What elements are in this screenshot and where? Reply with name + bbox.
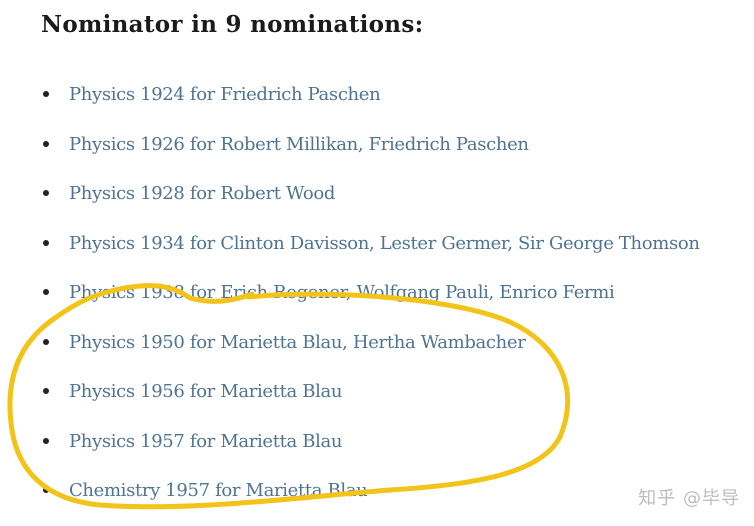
nomination-link[interactable]: Chemistry 1957 for Marietta Blau — [69, 480, 368, 501]
list-item: Physics 1956 for Marietta Blau — [43, 376, 343, 406]
list-item: Chemistry 1957 for Marietta Blau — [43, 475, 368, 505]
nomination-link[interactable]: Physics 1928 for Robert Wood — [69, 183, 335, 204]
nomination-link[interactable]: Physics 1938 for Erich Regener, Wolfgang… — [69, 282, 615, 303]
list-item: Physics 1928 for Robert Wood — [43, 178, 335, 208]
bullet-icon — [43, 388, 49, 394]
nomination-link[interactable]: Physics 1956 for Marietta Blau — [69, 381, 343, 402]
bullet-icon — [43, 91, 49, 97]
list-item: Physics 1957 for Marietta Blau — [43, 426, 343, 456]
bullet-icon — [43, 438, 49, 444]
watermark: 知乎 @毕导 — [638, 488, 740, 509]
bullet-icon — [43, 289, 49, 295]
bullet-icon — [43, 487, 49, 493]
nomination-link[interactable]: Physics 1957 for Marietta Blau — [69, 431, 343, 452]
bullet-icon — [43, 339, 49, 345]
list-item: Physics 1950 for Marietta Blau, Hertha W… — [43, 327, 526, 357]
bullet-icon — [43, 190, 49, 196]
page-title: Nominator in 9 nominations: — [41, 11, 424, 38]
bullet-icon — [43, 141, 49, 147]
nomination-link[interactable]: Physics 1950 for Marietta Blau, Hertha W… — [69, 332, 526, 353]
list-item: Physics 1924 for Friedrich Paschen — [43, 79, 381, 109]
list-item: Physics 1934 for Clinton Davisson, Leste… — [43, 228, 700, 258]
nomination-link[interactable]: Physics 1926 for Robert Millikan, Friedr… — [69, 134, 529, 155]
nomination-link[interactable]: Physics 1924 for Friedrich Paschen — [69, 84, 381, 105]
list-item: Physics 1938 for Erich Regener, Wolfgang… — [43, 277, 615, 307]
nomination-link[interactable]: Physics 1934 for Clinton Davisson, Leste… — [69, 233, 700, 254]
list-item: Physics 1926 for Robert Millikan, Friedr… — [43, 129, 529, 159]
bullet-icon — [43, 240, 49, 246]
